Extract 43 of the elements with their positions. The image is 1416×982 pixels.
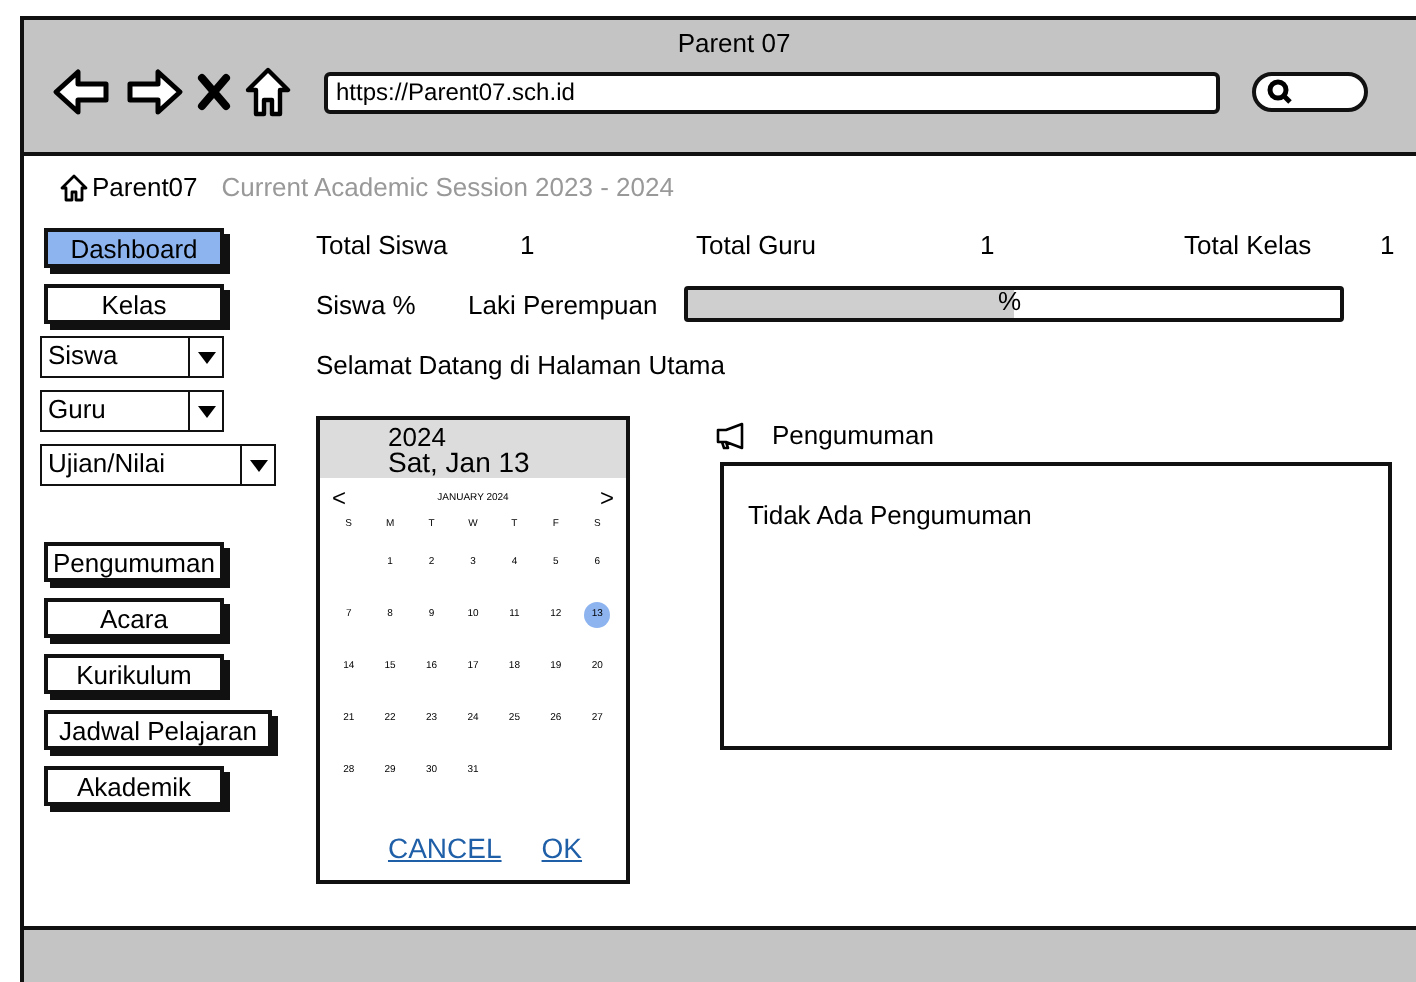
ratio-label: Siswa % bbox=[316, 289, 418, 319]
back-arrow-icon[interactable] bbox=[52, 68, 112, 116]
stat-value: 1 bbox=[1380, 230, 1397, 260]
stat-label: Total Kelas bbox=[1184, 230, 1314, 260]
dropdown-caret-icon bbox=[197, 405, 215, 417]
dropdown-caret-icon bbox=[197, 351, 215, 363]
next-month-button[interactable]: > bbox=[599, 484, 614, 512]
sidebar-dropdown[interactable]: Guru bbox=[40, 390, 224, 432]
ratio-caption: Laki Perempuan bbox=[468, 289, 660, 319]
sidebar-dropdown[interactable]: Siswa bbox=[40, 336, 224, 378]
announcement-title: Pengumuman bbox=[772, 420, 934, 450]
selected-date: Sat, Jan 13 bbox=[388, 450, 532, 474]
year-label: 2024 bbox=[388, 426, 448, 450]
dialog-link-button[interactable]: OK bbox=[541, 832, 583, 864]
progress-reading: % bbox=[998, 286, 1022, 316]
window-title: Parent 07 bbox=[675, 26, 793, 58]
sidebar-button[interactable]: Kurikulum bbox=[44, 654, 224, 694]
megaphone-icon bbox=[716, 421, 748, 449]
sidebar-button[interactable]: Jadwal Pelajaran bbox=[44, 710, 272, 750]
breadcrumb-link[interactable]: Parent07 bbox=[92, 172, 198, 202]
previous-month-button[interactable]: < bbox=[332, 484, 347, 512]
stat-label: Total Siswa bbox=[316, 230, 450, 260]
welcome-text: Selamat Datang di Halaman Utama bbox=[316, 350, 727, 380]
sidebar-dropdown[interactable]: Ujian/Nilai bbox=[40, 444, 276, 486]
home-icon[interactable] bbox=[244, 66, 292, 118]
sidebar-button[interactable]: Dashboard bbox=[44, 228, 224, 268]
dialog-link-button[interactable]: CANCEL bbox=[387, 832, 502, 864]
home-icon[interactable] bbox=[60, 173, 88, 201]
url-field[interactable]: https://Parent07.sch.id bbox=[324, 71, 1220, 113]
search-field[interactable] bbox=[1252, 72, 1368, 112]
session-label: Current Academic Session 2023 - 2024 bbox=[221, 172, 674, 202]
forward-arrow-icon[interactable] bbox=[124, 68, 184, 116]
announcement-text: Tidak Ada Pengumuman bbox=[748, 500, 1032, 530]
stat-value: 1 bbox=[520, 230, 537, 260]
dropdown-caret-icon bbox=[249, 459, 267, 471]
stat-value: 1 bbox=[980, 230, 997, 260]
sidebar-button[interactable]: Acara bbox=[44, 598, 224, 638]
sidebar-button[interactable]: Kelas bbox=[44, 284, 224, 324]
close-icon[interactable] bbox=[196, 72, 232, 112]
search-icon bbox=[1266, 78, 1294, 106]
sidebar-button[interactable]: Akademik bbox=[44, 766, 224, 806]
stat-label: Total Guru bbox=[696, 230, 818, 260]
sidebar-button[interactable]: Pengumuman bbox=[44, 542, 224, 582]
